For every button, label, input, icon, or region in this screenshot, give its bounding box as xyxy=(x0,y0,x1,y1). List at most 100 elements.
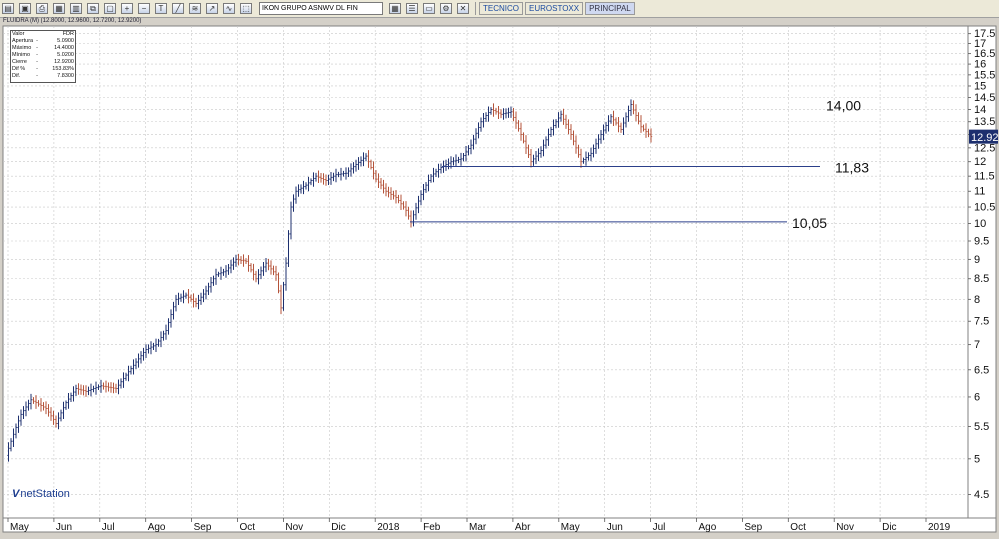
y-tick-label: 8.5 xyxy=(974,273,989,285)
y-tick-label: 15.5 xyxy=(974,69,995,81)
info-row: Máximo -14.4000 xyxy=(12,45,74,52)
grid-icon[interactable]: ▦ xyxy=(389,3,401,14)
print-icon[interactable]: ⎙ xyxy=(36,3,48,14)
y-tick-label: 7.5 xyxy=(974,316,989,328)
ticker-input[interactable] xyxy=(259,2,383,15)
info-key: Máximo xyxy=(12,45,32,51)
info-key: Dif. xyxy=(12,73,21,79)
window-icon[interactable]: ▭ xyxy=(423,3,435,14)
info-key: Dif % xyxy=(12,66,26,72)
plot-area xyxy=(2,25,969,519)
x-tick-label: Oct xyxy=(790,522,806,533)
y-tick-label: 17.5 xyxy=(974,28,995,40)
toolbar-left-icons: ▤ ▣ ⎙ ▦ ▥ ⧉ ▢ + − T ╱ ≋ ↗ ∿ ⬚ xyxy=(0,3,255,14)
x-tick-label: Oct xyxy=(240,522,256,533)
select-icon[interactable]: ⬚ xyxy=(240,3,252,14)
zoom-out-icon[interactable]: − xyxy=(138,3,150,14)
info-key: Cierre xyxy=(12,59,27,65)
info-key: Valor xyxy=(12,31,25,37)
open-icon[interactable]: ▤ xyxy=(2,3,14,14)
x-tick-label: Jul xyxy=(102,522,115,533)
x-tick-label: Jun xyxy=(56,522,72,533)
y-tick-label: 14 xyxy=(974,104,986,116)
x-tick-label: 2018 xyxy=(377,522,400,533)
settings-icon[interactable]: ⚙ xyxy=(440,3,452,14)
price-chart[interactable]: 4.5 5 5.5 6 6.5 7 7.5 8 8.5 9 9.5 10 10.5 11 11.5 12 12.… xyxy=(0,18,999,534)
info-value: 153.83% xyxy=(52,66,74,72)
annotation-label: 11,83 xyxy=(835,160,869,176)
info-row: Valor FDR xyxy=(12,31,74,38)
y-tick-label: 12 xyxy=(974,156,986,168)
x-tick-label: Sep xyxy=(744,522,762,533)
trendline-icon[interactable]: ╱ xyxy=(172,3,184,14)
netstation-logo-icon: V xyxy=(12,488,20,500)
chart-frame[interactable]: 4.5 5 5.5 6 6.5 7 7.5 8 8.5 9 9.5 10 10.5 11 11.5 12 12.… xyxy=(0,18,999,534)
x-tick-label: Nov xyxy=(836,522,854,533)
y-tick-label: 15 xyxy=(974,80,986,92)
x-tick-label: Abr xyxy=(515,522,531,533)
paste-icon[interactable]: ▢ xyxy=(104,3,116,14)
x-tick-label: 2019 xyxy=(928,522,951,533)
zoom-in-icon[interactable]: + xyxy=(121,3,133,14)
y-tick-label: 6 xyxy=(974,391,980,403)
x-tick-label: Jul xyxy=(653,522,666,533)
info-value: 5.0200 xyxy=(57,52,74,58)
tab-eurostoxx[interactable]: EUROSTOXX xyxy=(525,2,584,15)
list-icon[interactable]: ☰ xyxy=(406,3,418,14)
tab-principal[interactable]: PRINCIPAL xyxy=(585,2,635,15)
info-value: FDR xyxy=(62,31,74,37)
last-price-marker: 12.92 xyxy=(969,129,999,144)
x-tick-label: Mar xyxy=(469,522,487,533)
info-row: Dif. -7.8300 xyxy=(12,73,74,80)
y-tick-label: 12.5 xyxy=(974,142,995,154)
y-tick-label: 9 xyxy=(974,254,980,266)
y-tick-label: 14.5 xyxy=(974,92,995,104)
x-tick-label: May xyxy=(10,522,29,533)
y-tick-label: 4.5 xyxy=(974,489,989,501)
info-box: Valor FDR Apertura -5.0900 Máximo -14.4000 Mín… xyxy=(10,30,76,83)
y-tick-label: 8 xyxy=(974,294,980,306)
x-tick-label: Ago xyxy=(148,522,166,533)
indicator-icon[interactable]: ∿ xyxy=(223,3,235,14)
x-tick-label: Ago xyxy=(699,522,717,533)
info-key: Mínimo xyxy=(12,52,31,58)
y-tick-label: 16 xyxy=(974,59,986,71)
info-row: Cierre -12.9200 xyxy=(12,59,74,66)
info-value: 5.0900 xyxy=(57,38,74,44)
toolbar-separator xyxy=(475,2,476,15)
toolbar-right-icons: ▦ ☰ ▭ ⚙ ✕ xyxy=(387,3,472,14)
watermark: V netStation xyxy=(12,488,70,500)
y-tick-label: 11 xyxy=(974,186,985,198)
fibonacci-icon[interactable]: ≋ xyxy=(189,3,201,14)
info-value: 12.9200 xyxy=(54,59,74,65)
x-tick-label: Dic xyxy=(882,522,896,533)
y-tick-label: 6.5 xyxy=(974,364,989,376)
info-row: Dif % -153.83% xyxy=(12,66,74,73)
copy-icon[interactable]: ⧉ xyxy=(87,3,99,14)
y-tick-label: 9.5 xyxy=(974,235,989,247)
y-tick-label: 13.5 xyxy=(974,116,995,128)
close-icon[interactable]: ✕ xyxy=(457,3,469,14)
info-row: Apertura -5.0900 xyxy=(12,38,74,45)
watermark-text: netStation xyxy=(20,488,70,500)
text-icon[interactable]: T xyxy=(155,3,167,14)
annotation-label: 10,05 xyxy=(792,215,827,231)
arrow-icon[interactable]: ↗ xyxy=(206,3,218,14)
tab-tecnico[interactable]: TECNICO xyxy=(479,2,523,15)
view-tabs: TECNICO EUROSTOXX PRINCIPAL xyxy=(479,2,637,15)
info-value: 7.8300 xyxy=(57,73,74,79)
save-icon[interactable]: ▣ xyxy=(19,3,31,14)
x-tick-label: Sep xyxy=(194,522,212,533)
info-value: 14.4000 xyxy=(54,45,74,51)
y-tick-label: 7 xyxy=(974,339,980,351)
x-tick-label: Feb xyxy=(423,522,441,533)
x-tick-label: Nov xyxy=(285,522,303,533)
chart-icon[interactable]: ▦ xyxy=(53,3,65,14)
compare-icon[interactable]: ▥ xyxy=(70,3,82,14)
y-tick-label: 5 xyxy=(974,453,980,465)
chart-header: FLUIDRA (M) (12.8000, 12.9600, 12.7200, … xyxy=(3,18,142,24)
y-tick-label: 10 xyxy=(974,218,986,230)
info-row: Mínimo -5.0200 xyxy=(12,52,74,59)
y-tick-label: 10.5 xyxy=(974,202,995,214)
x-tick-label: Jun xyxy=(607,522,623,533)
